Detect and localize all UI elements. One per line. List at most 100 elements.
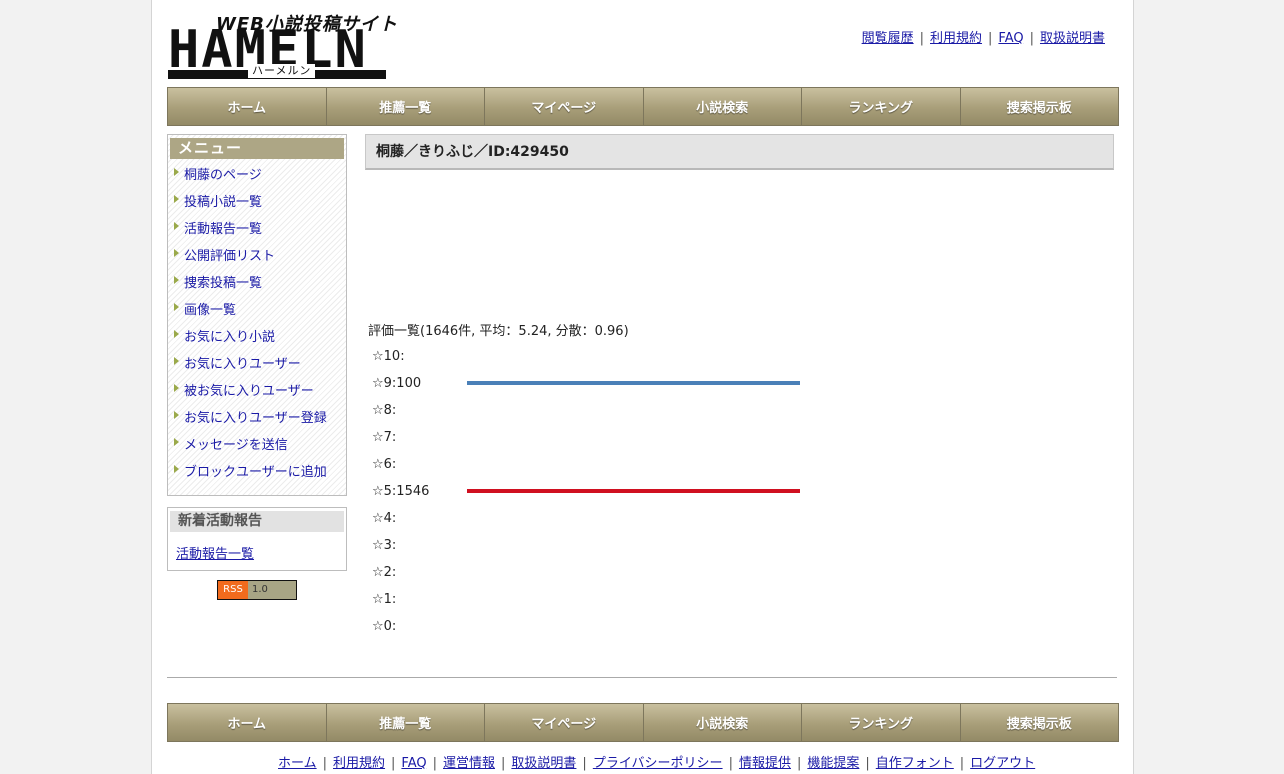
menu-item-label[interactable]: お気に入り小説 bbox=[184, 330, 275, 345]
menu-item-label[interactable]: 公開評価リスト bbox=[184, 249, 275, 264]
rating-label: ☆9:100 bbox=[372, 376, 422, 391]
nav-novel-search[interactable]: 小説検索 bbox=[643, 704, 802, 741]
news-box: 新着活動報告 活動報告一覧 bbox=[167, 507, 347, 571]
separator: | bbox=[988, 31, 993, 46]
menu-item-label[interactable]: お気に入りユーザー登録 bbox=[184, 411, 327, 426]
rating-row: ☆5:1546 bbox=[372, 478, 832, 505]
rating-label: ☆5:1546 bbox=[372, 484, 430, 499]
arrow-icon bbox=[174, 168, 179, 176]
divider bbox=[167, 677, 1117, 678]
menu-item-favorited-by[interactable]: 被お気に入りユーザー bbox=[168, 381, 346, 408]
nav-mypage[interactable]: マイページ bbox=[485, 704, 644, 741]
separator: | bbox=[959, 756, 965, 771]
rss-label: RSS bbox=[218, 581, 248, 599]
rating-label: ☆10: bbox=[372, 349, 405, 364]
footer-links: ホーム | 利用規約 | FAQ | 運営情報 | 取扱説明書 | プライバシーポリシー | 情報提供 |… bbox=[278, 752, 1035, 771]
rating-bar bbox=[467, 381, 800, 385]
nav-home[interactable]: ホーム bbox=[168, 704, 327, 741]
nav-search-board[interactable]: 捜索掲示板 bbox=[960, 704, 1118, 741]
footer-link-logout[interactable]: ログアウト bbox=[970, 756, 1035, 771]
rating-label: ☆6: bbox=[372, 457, 397, 472]
menu-item-label[interactable]: メッセージを送信 bbox=[184, 438, 288, 453]
rating-row: ☆10: bbox=[372, 343, 832, 370]
menu-item-label[interactable]: ブロックユーザーに追加 bbox=[184, 465, 327, 480]
menu-item-favorite-users[interactable]: お気に入りユーザー bbox=[168, 354, 346, 381]
rating-label: ☆3: bbox=[372, 538, 397, 553]
rating-row: ☆9:100 bbox=[372, 370, 832, 397]
header-link-faq[interactable]: FAQ bbox=[998, 31, 1023, 46]
separator: | bbox=[865, 756, 870, 771]
footer-link-manual[interactable]: 取扱説明書 bbox=[511, 756, 576, 771]
rating-bar bbox=[467, 489, 800, 493]
nav-recommendations[interactable]: 推薦一覧 bbox=[326, 704, 485, 741]
header-link-terms[interactable]: 利用規約 bbox=[930, 31, 982, 46]
rating-row: ☆0: bbox=[372, 613, 832, 640]
rating-summary: 評価一覧(1646件, 平均：5.24, 分散：0.96) bbox=[368, 324, 629, 339]
footer-link-info[interactable]: 情報提供 bbox=[739, 756, 791, 771]
menu-item-activity-reports[interactable]: 活動報告一覧 bbox=[168, 219, 346, 246]
rating-row: ☆3: bbox=[372, 532, 832, 559]
rss-version: 1.0 bbox=[248, 581, 296, 599]
news-link-activity-reports[interactable]: 活動報告一覧 bbox=[176, 543, 254, 562]
footer-link-feature-request[interactable]: 機能提案 bbox=[807, 756, 859, 771]
nav-novel-search[interactable]: 小説検索 bbox=[643, 88, 802, 125]
rating-distribution: ☆10: ☆9:100 ☆8: ☆7: ☆6: ☆5:1546 ☆4: ☆3: ☆2: ☆1: ☆0… bbox=[372, 343, 832, 640]
rating-label: ☆8: bbox=[372, 403, 397, 418]
menu-item-images[interactable]: 画像一覧 bbox=[168, 300, 346, 327]
footer-link-privacy[interactable]: プライバシーポリシー bbox=[593, 756, 723, 771]
rating-row: ☆8: bbox=[372, 397, 832, 424]
menu-item-send-message[interactable]: メッセージを送信 bbox=[168, 435, 346, 462]
rating-row: ☆2: bbox=[372, 559, 832, 586]
separator: | bbox=[1029, 31, 1034, 46]
nav-ranking[interactable]: ランキング bbox=[802, 88, 961, 125]
menu-item-add-favorite-user[interactable]: お気に入りユーザー登録 bbox=[168, 408, 346, 435]
nav-ranking[interactable]: ランキング bbox=[802, 704, 961, 741]
rating-label: ☆4: bbox=[372, 511, 397, 526]
nav-search-board[interactable]: 捜索掲示板 bbox=[960, 88, 1118, 125]
site-logo[interactable]: WEB小説投稿サイト HAMELN ハーメルン bbox=[168, 10, 397, 80]
sidebar-menu: メニュー 桐藤のページ 投稿小説一覧 活動報告一覧 公開評価リスト 捜索投稿一覧… bbox=[167, 134, 347, 496]
rating-row: ☆7: bbox=[372, 424, 832, 451]
menu-item-user-page[interactable]: 桐藤のページ bbox=[168, 165, 346, 192]
rating-row: ☆4: bbox=[372, 505, 832, 532]
menu-title: メニュー bbox=[170, 138, 344, 159]
nav-mypage[interactable]: マイページ bbox=[485, 88, 644, 125]
menu-item-posted-novels[interactable]: 投稿小説一覧 bbox=[168, 192, 346, 219]
menu-item-label[interactable]: 捜索投稿一覧 bbox=[184, 276, 262, 291]
footer-nav: ホーム 推薦一覧 マイページ 小説検索 ランキング 捜索掲示板 bbox=[167, 703, 1119, 742]
menu-item-favorite-novels[interactable]: お気に入り小説 bbox=[168, 327, 346, 354]
footer-link-terms[interactable]: 利用規約 bbox=[333, 756, 385, 771]
page-title: 桐藤／きりふじ／ID:429450 bbox=[365, 134, 1114, 170]
footer-link-operations[interactable]: 運営情報 bbox=[443, 756, 495, 771]
rating-label: ☆2: bbox=[372, 565, 397, 580]
arrow-icon bbox=[174, 303, 179, 311]
separator: | bbox=[432, 756, 437, 771]
menu-item-block-user[interactable]: ブロックユーザーに追加 bbox=[168, 462, 346, 489]
rating-label: ☆1: bbox=[372, 592, 397, 607]
arrow-icon bbox=[174, 357, 179, 365]
menu-item-label[interactable]: 投稿小説一覧 bbox=[184, 195, 262, 210]
arrow-icon bbox=[174, 411, 179, 419]
main-nav: ホーム 推薦一覧 マイページ 小説検索 ランキング 捜索掲示板 bbox=[167, 87, 1119, 126]
footer-link-faq[interactable]: FAQ bbox=[401, 756, 426, 771]
menu-item-label[interactable]: 被お気に入りユーザー bbox=[184, 384, 314, 399]
menu-item-label[interactable]: 桐藤のページ bbox=[184, 168, 262, 183]
rss-badge[interactable]: RSS 1.0 bbox=[217, 580, 297, 600]
menu-item-search-posts[interactable]: 捜索投稿一覧 bbox=[168, 273, 346, 300]
rating-label: ☆7: bbox=[372, 430, 397, 445]
separator: | bbox=[501, 756, 506, 771]
menu-item-public-ratings[interactable]: 公開評価リスト bbox=[168, 246, 346, 273]
menu-item-label[interactable]: お気に入りユーザー bbox=[184, 357, 301, 372]
arrow-icon bbox=[174, 330, 179, 338]
menu-item-label[interactable]: 活動報告一覧 bbox=[184, 222, 262, 237]
footer-link-custom-font[interactable]: 自作フォント bbox=[876, 756, 954, 771]
rating-row: ☆1: bbox=[372, 586, 832, 613]
nav-home[interactable]: ホーム bbox=[168, 88, 327, 125]
header-link-history[interactable]: 閲覧履歴 bbox=[862, 31, 914, 46]
footer-link-home[interactable]: ホーム bbox=[278, 756, 317, 771]
header-link-manual[interactable]: 取扱説明書 bbox=[1040, 31, 1105, 46]
nav-recommendations[interactable]: 推薦一覧 bbox=[326, 88, 485, 125]
rating-row: ☆6: bbox=[372, 451, 832, 478]
logo-reading: ハーメルン bbox=[248, 64, 316, 78]
menu-item-label[interactable]: 画像一覧 bbox=[184, 303, 236, 318]
